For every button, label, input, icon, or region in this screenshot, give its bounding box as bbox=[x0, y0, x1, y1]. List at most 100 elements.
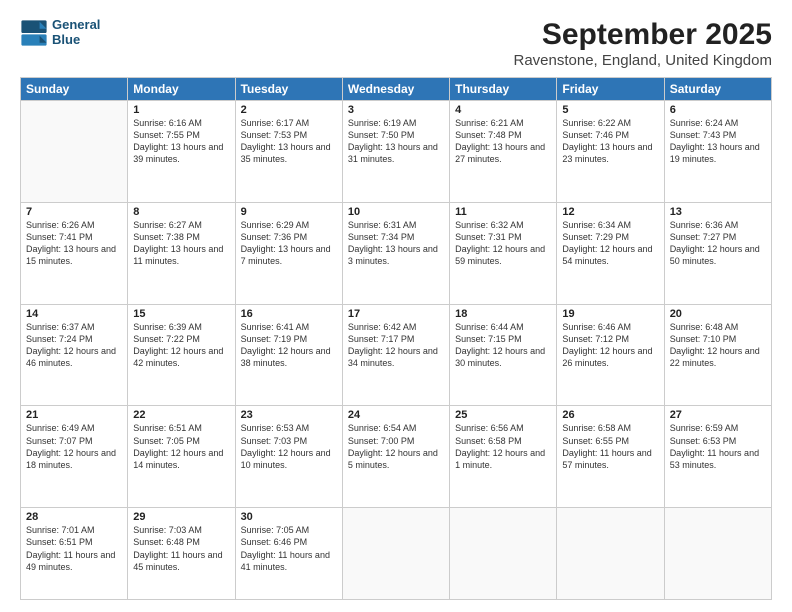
date-number: 28 bbox=[26, 511, 122, 523]
cell-daylight: Daylight: 13 hours and 39 minutes. bbox=[133, 142, 223, 164]
calendar-week-3: 21 Sunrise: 6:49 AM Sunset: 7:07 PM Dayl… bbox=[21, 406, 772, 508]
cell-daylight: Daylight: 13 hours and 19 minutes. bbox=[670, 142, 760, 164]
cell-sunset: Sunset: 6:53 PM bbox=[670, 436, 737, 446]
calendar-cell bbox=[450, 508, 557, 600]
date-number: 2 bbox=[241, 104, 337, 116]
cell-daylight: Daylight: 12 hours and 38 minutes. bbox=[241, 346, 331, 368]
header: General Blue September 2025 Ravenstone, … bbox=[20, 18, 772, 69]
cell-sunset: Sunset: 7:36 PM bbox=[241, 232, 308, 242]
calendar-cell: 17 Sunrise: 6:42 AM Sunset: 7:17 PM Dayl… bbox=[342, 304, 449, 406]
date-number: 20 bbox=[670, 308, 766, 320]
calendar-cell: 2 Sunrise: 6:17 AM Sunset: 7:53 PM Dayli… bbox=[235, 101, 342, 203]
calendar-cell: 7 Sunrise: 6:26 AM Sunset: 7:41 PM Dayli… bbox=[21, 202, 128, 304]
calendar-cell: 8 Sunrise: 6:27 AM Sunset: 7:38 PM Dayli… bbox=[128, 202, 235, 304]
cell-daylight: Daylight: 13 hours and 7 minutes. bbox=[241, 244, 331, 266]
date-number: 10 bbox=[348, 206, 444, 218]
date-number: 5 bbox=[562, 104, 658, 116]
cell-daylight: Daylight: 12 hours and 1 minute. bbox=[455, 448, 545, 470]
cell-daylight: Daylight: 13 hours and 35 minutes. bbox=[241, 142, 331, 164]
cell-daylight: Daylight: 12 hours and 26 minutes. bbox=[562, 346, 652, 368]
calendar-cell: 28 Sunrise: 7:01 AM Sunset: 6:51 PM Dayl… bbox=[21, 508, 128, 600]
date-number: 24 bbox=[348, 409, 444, 421]
date-number: 13 bbox=[670, 206, 766, 218]
cell-sunset: Sunset: 7:41 PM bbox=[26, 232, 93, 242]
logo: General Blue bbox=[20, 18, 100, 48]
date-number: 26 bbox=[562, 409, 658, 421]
title-block: September 2025 Ravenstone, England, Unit… bbox=[513, 18, 772, 69]
date-number: 4 bbox=[455, 104, 551, 116]
calendar-cell: 12 Sunrise: 6:34 AM Sunset: 7:29 PM Dayl… bbox=[557, 202, 664, 304]
header-saturday: Saturday bbox=[664, 78, 771, 101]
cell-sunrise: Sunrise: 6:51 AM bbox=[133, 423, 202, 433]
date-number: 17 bbox=[348, 308, 444, 320]
cell-sunset: Sunset: 7:22 PM bbox=[133, 334, 200, 344]
header-thursday: Thursday bbox=[450, 78, 557, 101]
cell-daylight: Daylight: 11 hours and 57 minutes. bbox=[562, 448, 651, 470]
date-number: 3 bbox=[348, 104, 444, 116]
cell-sunrise: Sunrise: 6:54 AM bbox=[348, 423, 417, 433]
calendar-cell: 6 Sunrise: 6:24 AM Sunset: 7:43 PM Dayli… bbox=[664, 101, 771, 203]
cell-sunset: Sunset: 7:43 PM bbox=[670, 130, 737, 140]
cell-sunrise: Sunrise: 6:46 AM bbox=[562, 322, 631, 332]
logo-line2: Blue bbox=[52, 33, 100, 48]
cell-sunrise: Sunrise: 6:17 AM bbox=[241, 118, 310, 128]
cell-daylight: Daylight: 12 hours and 30 minutes. bbox=[455, 346, 545, 368]
cell-daylight: Daylight: 12 hours and 10 minutes. bbox=[241, 448, 331, 470]
cell-daylight: Daylight: 12 hours and 34 minutes. bbox=[348, 346, 438, 368]
cell-sunset: Sunset: 7:38 PM bbox=[133, 232, 200, 242]
cell-sunset: Sunset: 7:24 PM bbox=[26, 334, 93, 344]
cell-daylight: Daylight: 12 hours and 14 minutes. bbox=[133, 448, 223, 470]
date-number: 7 bbox=[26, 206, 122, 218]
date-number: 21 bbox=[26, 409, 122, 421]
cell-sunset: Sunset: 6:58 PM bbox=[455, 436, 522, 446]
date-number: 18 bbox=[455, 308, 551, 320]
logo-icon bbox=[20, 19, 48, 47]
date-number: 11 bbox=[455, 206, 551, 218]
header-wednesday: Wednesday bbox=[342, 78, 449, 101]
calendar-cell: 1 Sunrise: 6:16 AM Sunset: 7:55 PM Dayli… bbox=[128, 101, 235, 203]
calendar-cell: 29 Sunrise: 7:03 AM Sunset: 6:48 PM Dayl… bbox=[128, 508, 235, 600]
cell-sunset: Sunset: 7:46 PM bbox=[562, 130, 629, 140]
cell-sunrise: Sunrise: 6:29 AM bbox=[241, 220, 310, 230]
logo-text: General Blue bbox=[52, 18, 100, 48]
logo-line1: General bbox=[52, 18, 100, 33]
cell-daylight: Daylight: 13 hours and 11 minutes. bbox=[133, 244, 223, 266]
cell-daylight: Daylight: 11 hours and 53 minutes. bbox=[670, 448, 759, 470]
calendar-subtitle: Ravenstone, England, United Kingdom bbox=[513, 52, 772, 69]
cell-sunrise: Sunrise: 6:31 AM bbox=[348, 220, 417, 230]
cell-daylight: Daylight: 12 hours and 46 minutes. bbox=[26, 346, 116, 368]
cell-sunset: Sunset: 7:10 PM bbox=[670, 334, 737, 344]
cell-sunset: Sunset: 7:07 PM bbox=[26, 436, 93, 446]
cell-sunrise: Sunrise: 6:34 AM bbox=[562, 220, 631, 230]
date-number: 27 bbox=[670, 409, 766, 421]
cell-daylight: Daylight: 13 hours and 31 minutes. bbox=[348, 142, 438, 164]
cell-sunset: Sunset: 6:51 PM bbox=[26, 537, 93, 547]
cell-sunrise: Sunrise: 6:36 AM bbox=[670, 220, 739, 230]
cell-sunset: Sunset: 7:48 PM bbox=[455, 130, 522, 140]
cell-sunrise: Sunrise: 6:26 AM bbox=[26, 220, 95, 230]
cell-sunset: Sunset: 7:50 PM bbox=[348, 130, 415, 140]
date-number: 1 bbox=[133, 104, 229, 116]
calendar-cell bbox=[664, 508, 771, 600]
calendar-cell bbox=[557, 508, 664, 600]
date-number: 9 bbox=[241, 206, 337, 218]
calendar-cell: 5 Sunrise: 6:22 AM Sunset: 7:46 PM Dayli… bbox=[557, 101, 664, 203]
calendar-week-2: 14 Sunrise: 6:37 AM Sunset: 7:24 PM Dayl… bbox=[21, 304, 772, 406]
cell-daylight: Daylight: 12 hours and 5 minutes. bbox=[348, 448, 438, 470]
date-number: 23 bbox=[241, 409, 337, 421]
cell-sunrise: Sunrise: 6:41 AM bbox=[241, 322, 310, 332]
calendar-title: September 2025 bbox=[513, 18, 772, 52]
cell-sunrise: Sunrise: 6:27 AM bbox=[133, 220, 202, 230]
calendar-cell: 13 Sunrise: 6:36 AM Sunset: 7:27 PM Dayl… bbox=[664, 202, 771, 304]
cell-daylight: Daylight: 13 hours and 23 minutes. bbox=[562, 142, 652, 164]
calendar-cell: 18 Sunrise: 6:44 AM Sunset: 7:15 PM Dayl… bbox=[450, 304, 557, 406]
cell-sunset: Sunset: 7:05 PM bbox=[133, 436, 200, 446]
cell-daylight: Daylight: 11 hours and 41 minutes. bbox=[241, 550, 330, 572]
cell-sunset: Sunset: 7:15 PM bbox=[455, 334, 522, 344]
calendar-cell: 15 Sunrise: 6:39 AM Sunset: 7:22 PM Dayl… bbox=[128, 304, 235, 406]
cell-sunset: Sunset: 7:17 PM bbox=[348, 334, 415, 344]
cell-sunrise: Sunrise: 6:42 AM bbox=[348, 322, 417, 332]
date-number: 8 bbox=[133, 206, 229, 218]
page: General Blue September 2025 Ravenstone, … bbox=[0, 0, 792, 612]
calendar-cell: 27 Sunrise: 6:59 AM Sunset: 6:53 PM Dayl… bbox=[664, 406, 771, 508]
